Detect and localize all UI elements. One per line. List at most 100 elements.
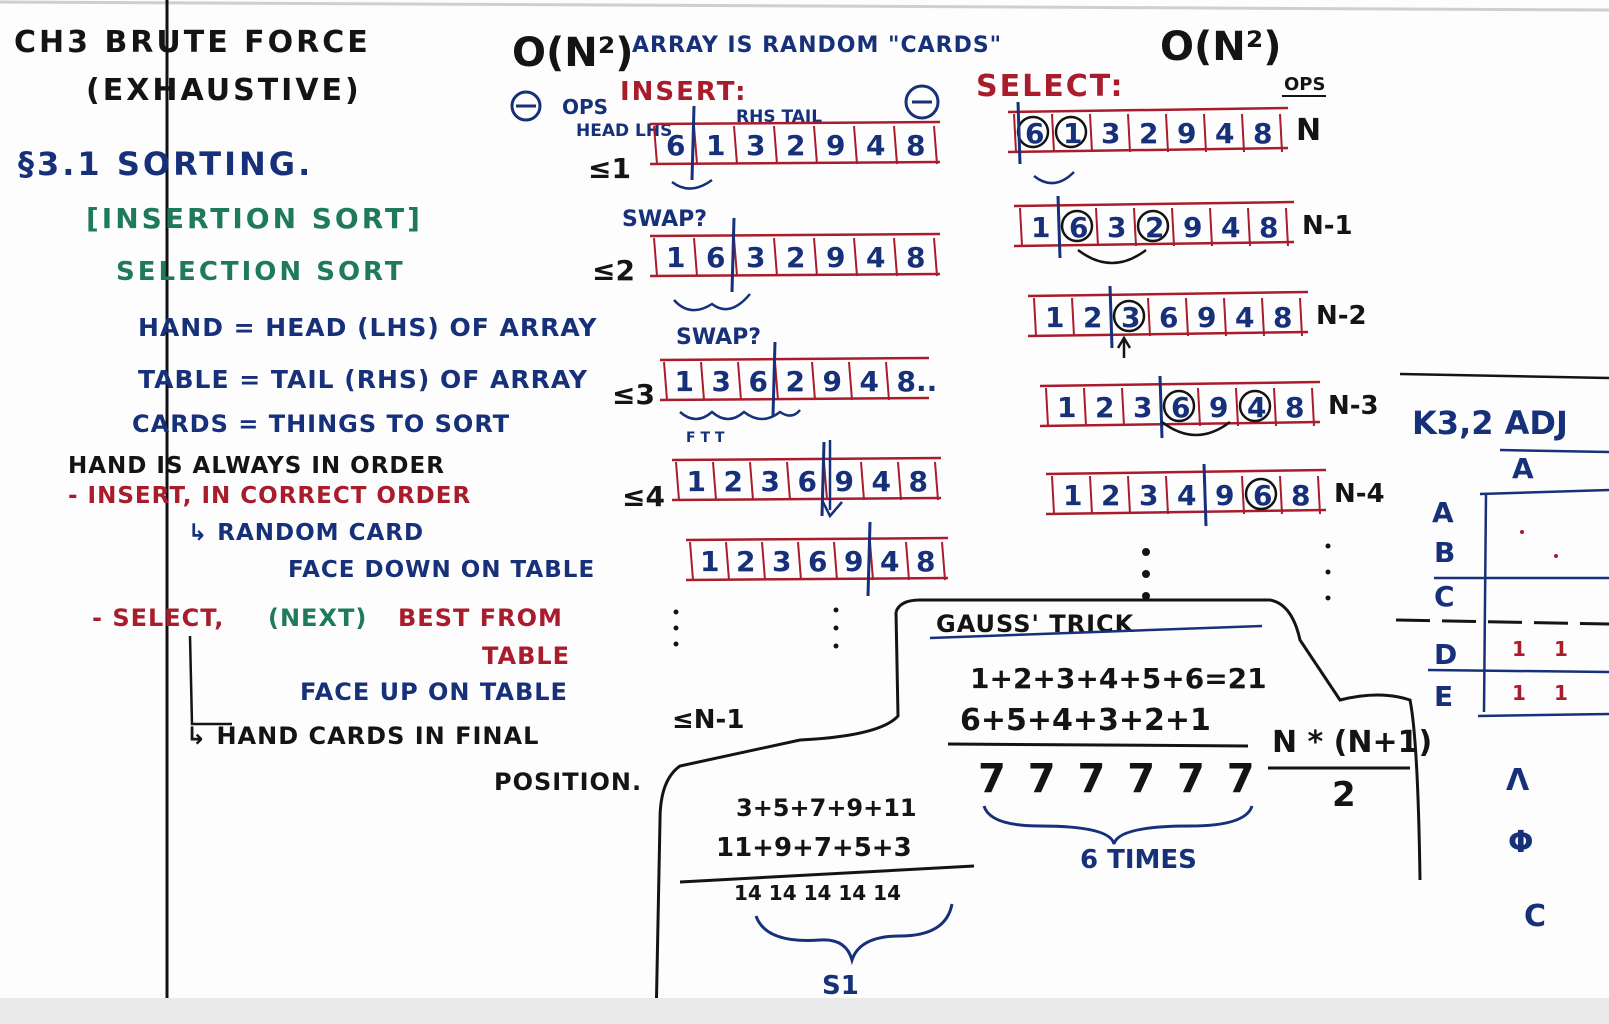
gauss-formula-denominator: 2: [1332, 775, 1356, 815]
gauss-forward-sum: 1+2+3+4+5+6=21: [970, 662, 1267, 695]
card-value: 8: [906, 129, 925, 162]
op-count: N-1: [1302, 211, 1353, 241]
card-value: 2: [1101, 479, 1120, 512]
ops-mark-n1: ≤N-1: [672, 705, 744, 735]
card-value: 8: [1291, 479, 1310, 512]
cards-definition: CARDS = THINGS TO SORT: [132, 410, 510, 438]
hand-table-divider: [1202, 463, 1208, 527]
ops-mark: ≤1: [588, 152, 631, 185]
card-value: 3: [1107, 211, 1126, 244]
row-label-a: A: [1432, 496, 1454, 529]
table-definition: TABLE = TAIL (RHS) OF ARRAY: [138, 365, 588, 394]
card-value: 3: [712, 365, 731, 398]
card-value: 8: [916, 545, 935, 578]
row-label-e: E: [1434, 680, 1453, 713]
row-label-d: D: [1434, 638, 1457, 671]
insertion-complexity: O(N²): [512, 30, 634, 76]
chapter-subtitle: (EXHAUSTIVE): [86, 73, 362, 108]
hand-order-note: HAND IS ALWAYS IN ORDER: [68, 453, 445, 479]
select-note-table: TABLE: [482, 642, 570, 670]
list-marker-1: Λ: [1506, 763, 1530, 798]
card-value: 9: [844, 545, 863, 578]
card-value: 4: [866, 129, 885, 162]
hand-table-divider: [866, 521, 872, 597]
example-pair-sums: 14 14 14 14 14: [734, 881, 901, 905]
card-value: 2: [1083, 301, 1102, 334]
card-value: 1: [700, 545, 719, 578]
card-value: 9: [826, 129, 845, 162]
row-label-c: C: [1434, 580, 1455, 613]
position-note: POSITION.: [494, 768, 642, 796]
card-value: 9: [826, 241, 845, 274]
card-value: 9: [1197, 301, 1216, 334]
card-value: 1: [675, 365, 694, 398]
hand-table-divider: [1158, 375, 1164, 439]
card-value: 3: [761, 465, 780, 498]
card-value: 1: [1031, 211, 1050, 244]
card-value: 6: [1171, 391, 1190, 424]
card-value: 2: [1095, 391, 1114, 424]
list-marker-2: Φ: [1508, 825, 1534, 860]
card-value: 6: [798, 465, 817, 498]
chapter-title: CH3 BRUTE FORCE: [14, 25, 371, 60]
insertion-ops-label: OPS: [562, 95, 608, 119]
card-value: 6: [1159, 301, 1178, 334]
card-value: 2: [1145, 211, 1164, 244]
hand-final-note: ↳ HAND CARDS IN FINAL: [186, 722, 539, 750]
card-value: 2: [786, 241, 805, 274]
op-count: N: [1296, 113, 1321, 148]
card-value: 4: [1221, 211, 1240, 244]
card-value: 1: [1063, 117, 1082, 150]
hand-table-divider: [1016, 101, 1022, 165]
face-up-note: FACE UP ON TABLE: [300, 678, 568, 706]
example-forward-sum: 3+5+7+9+11: [736, 794, 917, 822]
swap-note-1: SWAP?: [622, 207, 707, 232]
matrix-mark-3: 1: [1512, 681, 1526, 705]
selection-ops-label: OPS: [1284, 74, 1325, 95]
op-count: N-2: [1316, 301, 1367, 331]
card-value: 1: [687, 465, 706, 498]
insertion-sort-label: [INSERTION SORT]: [86, 202, 423, 235]
gauss-times: 6 TIMES: [1080, 845, 1197, 875]
card-value: 3: [746, 241, 765, 274]
adjacency-header-letter: A: [1512, 452, 1534, 485]
card-value: 6: [666, 129, 685, 162]
card-value: 9: [1209, 391, 1228, 424]
card-value: 4: [1177, 479, 1196, 512]
select-note-prefix: - SELECT,: [92, 604, 224, 632]
card-value: 8: [1259, 211, 1278, 244]
op-count: N-4: [1334, 479, 1385, 509]
card-value: 2: [724, 465, 743, 498]
card-value: 9: [823, 365, 842, 398]
example-reverse-sum: 11+9+7+5+3: [716, 833, 912, 863]
card-value: 8..: [897, 365, 938, 398]
card-value: 6: [706, 241, 725, 274]
selection-complexity: O(N²): [1160, 24, 1282, 70]
bottom-bar: [0, 998, 1609, 1024]
gauss-reverse-sum: 6+5+4+3+2+1: [960, 703, 1211, 738]
compare-marks: F T T: [686, 430, 725, 446]
array-note: ARRAY IS RANDOM "CARDS": [632, 33, 1002, 58]
swap-note-2: SWAP?: [676, 325, 761, 350]
card-value: 8: [1285, 391, 1304, 424]
hand-table-divider: [690, 105, 696, 181]
card-value: 3: [1121, 301, 1140, 334]
card-value: 9: [1215, 479, 1234, 512]
hand-table-divider: [1108, 285, 1114, 349]
adjacency-title: K3,2 ADJ: [1412, 404, 1568, 442]
card-value: 2: [736, 545, 755, 578]
card-value: 2: [1139, 117, 1158, 150]
face-down-note: FACE DOWN ON TABLE: [288, 557, 595, 583]
card-value: 4: [866, 241, 885, 274]
section-heading: §3.1 SORTING.: [18, 145, 313, 183]
card-value: 1: [666, 241, 685, 274]
card-value: 9: [1183, 211, 1202, 244]
card-value: 6: [1069, 211, 1088, 244]
matrix-mark-4: 1: [1554, 681, 1568, 705]
hand-table-divider: [730, 217, 736, 293]
hand-table-divider: [771, 341, 777, 417]
gauss-pair-sums: 7 7 7 7 7 7: [978, 756, 1259, 802]
hand-table-divider: [1056, 195, 1062, 259]
card-value: 3: [772, 545, 791, 578]
card-value: 9: [835, 465, 854, 498]
